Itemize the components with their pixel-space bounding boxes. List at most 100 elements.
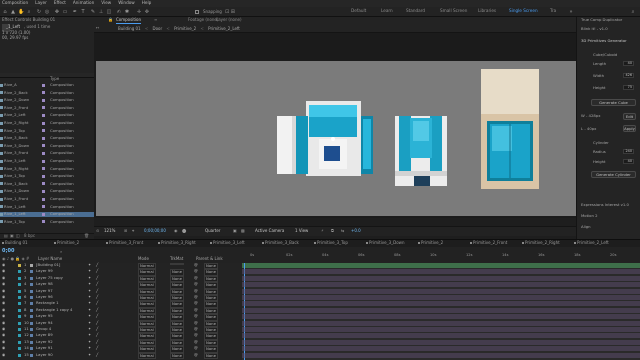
- radius-field[interactable]: 240: [623, 149, 634, 154]
- layer-mode-select[interactable]: Normal: [138, 282, 156, 289]
- layer-row[interactable]: ◉ 15 Layer 90 ✦ ╱ Normal None @ None: [0, 352, 242, 359]
- color-depth-label[interactable]: 8 bpc: [24, 233, 35, 239]
- tab-close-icon[interactable]: [314, 242, 316, 244]
- layer-name[interactable]: Layer 98: [36, 281, 53, 286]
- layer-parent-select[interactable]: None: [204, 352, 218, 359]
- label-color-icon[interactable]: [18, 296, 21, 299]
- workspace-single-screen[interactable]: Single Screen: [509, 8, 538, 14]
- project-item[interactable]: Rive_1_Left Composition: [0, 211, 94, 218]
- layer-name[interactable]: Layer 94: [36, 320, 53, 325]
- layer-name[interactable]: Layer 89: [36, 333, 53, 338]
- tab-close-icon[interactable]: [2, 242, 4, 244]
- project-item[interactable]: Rive_3_Front Composition: [0, 151, 94, 156]
- home-icon[interactable]: ⌂: [2, 9, 8, 15]
- layer-name[interactable]: Layer 97: [36, 288, 53, 293]
- delete-icon[interactable]: 🗑: [84, 233, 89, 239]
- channel-icon[interactable]: ⬤: [182, 229, 186, 233]
- apply-button[interactable]: Apply: [623, 125, 636, 132]
- quality-switch-icon[interactable]: ╱: [96, 269, 98, 274]
- shy-switch-icon[interactable]: ✦: [88, 281, 91, 286]
- pickwhip-icon[interactable]: @: [194, 333, 198, 338]
- shy-switch-icon[interactable]: ✦: [88, 352, 91, 357]
- quality-switch-icon[interactable]: ╱: [96, 326, 98, 331]
- layer-parent-select[interactable]: None: [204, 333, 218, 340]
- layer-trkmat-select[interactable]: None: [170, 339, 184, 347]
- layer-duration-bar[interactable]: [242, 333, 640, 339]
- type-tool-icon[interactable]: T: [80, 9, 86, 15]
- zoom-level[interactable]: 121%: [104, 229, 115, 233]
- layer-parent-select[interactable]: None: [204, 301, 218, 308]
- label-color-icon[interactable]: [18, 308, 21, 312]
- flowchart-icon[interactable]: ⇆: [341, 229, 344, 233]
- layer-tab[interactable]: Layer (none): [216, 17, 242, 23]
- zoom-tool-icon[interactable]: ⌕: [26, 9, 32, 15]
- layer-parent-select[interactable]: None: [204, 339, 218, 347]
- tab-close-icon[interactable]: [106, 242, 108, 244]
- quality-switch-icon[interactable]: ╱: [96, 320, 98, 325]
- interpret-footage-icon[interactable]: ▤: [4, 233, 8, 239]
- exposure-value[interactable]: +0.0: [351, 229, 361, 233]
- layer-parent-select[interactable]: None: [204, 346, 218, 353]
- mask-visibility-icon[interactable]: ⌖: [132, 229, 134, 233]
- effect-controls-tab[interactable]: Effect Controls Building 01: [2, 17, 55, 23]
- breadcrumb-building[interactable]: Building 01: [118, 26, 141, 31]
- layer-duration-bar[interactable]: [242, 346, 640, 352]
- visibility-eye-icon[interactable]: ◉: [2, 326, 5, 331]
- quality-switch-icon[interactable]: ╱: [96, 275, 98, 280]
- camera-select[interactable]: Active Camera: [255, 229, 284, 233]
- project-item[interactable]: Rive_2_Back Composition: [0, 90, 94, 96]
- layer-name[interactable]: Layer 92: [36, 339, 53, 344]
- visibility-eye-icon[interactable]: ◉: [2, 339, 5, 344]
- layer-duration-bar[interactable]: [242, 307, 640, 313]
- quality-switch-icon[interactable]: ╱: [96, 281, 98, 286]
- quality-switch-icon[interactable]: ╱: [96, 301, 98, 306]
- layer-trkmat-select[interactable]: None: [170, 307, 184, 315]
- layer-trkmat-select[interactable]: None: [170, 282, 184, 289]
- layer-name[interactable]: [Building 01]: [36, 262, 60, 267]
- generate-cube-button[interactable]: Generate Cube: [591, 99, 636, 106]
- pickwhip-icon[interactable]: @: [194, 294, 198, 299]
- rotate-tool-icon[interactable]: ↻: [36, 9, 42, 15]
- layer-mode-select[interactable]: Normal: [138, 288, 156, 295]
- tab-close-icon[interactable]: [54, 242, 56, 244]
- search-help-icon[interactable]: ⌕: [630, 9, 636, 15]
- project-item[interactable]: Rive_3_Right Composition: [0, 166, 94, 172]
- visibility-eye-icon[interactable]: ◉: [2, 294, 5, 299]
- workspace-standard[interactable]: Standard: [406, 8, 425, 14]
- layer-mode-select[interactable]: Normal: [138, 327, 156, 334]
- resolution-select[interactable]: Quarter: [205, 229, 220, 233]
- pickwhip-icon[interactable]: @: [194, 281, 198, 286]
- layer-name[interactable]: Rectangle 1: [36, 301, 59, 306]
- layer-mode-select[interactable]: Normal: [138, 314, 156, 321]
- visibility-eye-icon[interactable]: ◉: [2, 320, 5, 325]
- pickwhip-icon[interactable]: @: [194, 262, 198, 267]
- layer-duration-bar[interactable]: [242, 320, 640, 326]
- layer-trkmat-select[interactable]: None: [170, 314, 184, 321]
- shy-switch-icon[interactable]: ✦: [88, 307, 91, 312]
- project-item[interactable]: Rive_1_Down Composition: [0, 189, 94, 194]
- quality-switch-icon[interactable]: ╱: [96, 288, 98, 293]
- fast-preview-icon[interactable]: ⚡: [321, 229, 324, 233]
- shy-switch-icon[interactable]: ✦: [88, 333, 91, 338]
- layer-trkmat-select[interactable]: None: [170, 327, 184, 334]
- pan-behind-tool-icon[interactable]: ✥: [54, 9, 60, 15]
- project-search-bar[interactable]: [0, 73, 94, 78]
- pickwhip-icon[interactable]: @: [194, 288, 198, 293]
- menu-effect[interactable]: Effect: [54, 0, 66, 6]
- length-field[interactable]: 40: [623, 61, 634, 66]
- composition-tab[interactable]: Composition: [116, 17, 141, 24]
- layer-parent-select[interactable]: None: [204, 327, 218, 334]
- snap-options-icon[interactable]: ⊡ ⊞: [225, 9, 235, 16]
- menu-composition[interactable]: Composition: [2, 0, 28, 6]
- always-preview-icon[interactable]: ⊙: [96, 229, 99, 233]
- visibility-eye-icon[interactable]: ◉: [2, 333, 5, 338]
- pickwhip-icon[interactable]: @: [194, 339, 198, 344]
- layer-mode-select[interactable]: Normal: [138, 352, 156, 359]
- pickwhip-icon[interactable]: @: [194, 301, 198, 306]
- shy-switch-icon[interactable]: ✦: [88, 275, 91, 280]
- label-color-icon[interactable]: [18, 302, 21, 306]
- menu-layer[interactable]: Layer: [35, 0, 47, 6]
- quality-switch-icon[interactable]: ╱: [96, 345, 98, 350]
- quality-switch-icon[interactable]: ╱: [96, 294, 98, 299]
- visibility-eye-icon[interactable]: ◉: [2, 262, 5, 267]
